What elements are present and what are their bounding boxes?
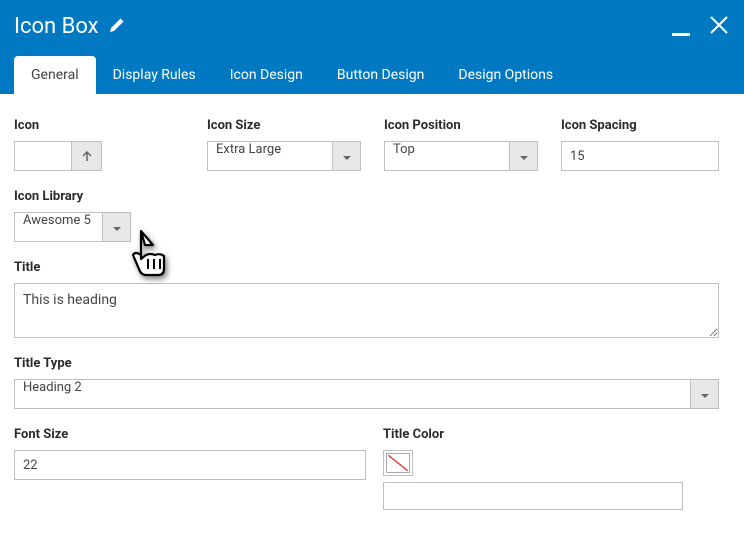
label-title-color: Title Color [383,427,683,442]
select-title-type[interactable]: Heading 2 [14,379,719,409]
label-title: Title [14,260,719,275]
upload-arrow-icon [81,147,93,166]
label-title-type: Title Type [14,356,719,371]
field-icon: Icon [14,118,207,171]
close-icon[interactable] [708,14,730,40]
chevron-down-icon [343,147,351,166]
edit-title-icon[interactable] [109,17,125,37]
select-icon-library-value: Awesome 5 [14,212,103,242]
header-left: Icon Box [14,14,125,39]
field-icon-spacing: Icon Spacing [561,118,721,171]
icon-upload-button[interactable] [72,141,102,171]
select-icon-position-value: Top [384,141,510,171]
label-icon: Icon [14,118,207,133]
tab-icon-design[interactable]: Icon Design [213,56,320,94]
select-title-type-value: Heading 2 [14,379,691,409]
input-title-color[interactable] [383,482,683,510]
chevron-down-icon [520,147,528,166]
select-icon-size[interactable]: Extra Large [207,141,361,171]
tab-design-options[interactable]: Design Options [441,56,570,94]
row-title: Title [14,260,730,338]
tab-content: Icon Icon Size Extra Large Icon Positio [0,94,744,542]
select-icon-size-toggle[interactable] [333,141,361,171]
input-font-size[interactable] [14,450,366,480]
label-icon-position: Icon Position [384,118,561,133]
row-icon-library: Icon Library Awesome 5 [14,189,730,242]
field-icon-library: Icon Library Awesome 5 [14,189,144,242]
icon-preview-input[interactable] [14,141,72,171]
row-title-type: Title Type Heading 2 [14,356,730,409]
color-swatch-none[interactable] [383,450,413,476]
field-title: Title [14,260,719,338]
textarea-title[interactable] [14,283,719,338]
label-icon-size: Icon Size [207,118,384,133]
row-font-color: Font Size Title Color [14,427,730,510]
select-icon-position[interactable]: Top [384,141,538,171]
chevron-down-icon [701,385,709,404]
select-icon-library[interactable]: Awesome 5 [14,212,131,242]
select-title-type-toggle[interactable] [691,379,719,409]
field-font-size: Font Size [14,427,366,510]
field-icon-size: Icon Size Extra Large [207,118,384,171]
tabs-bar: General Display Rules Icon Design Button… [0,53,744,94]
header-controls [672,14,730,40]
select-icon-size-value: Extra Large [207,141,333,171]
field-title-type: Title Type Heading 2 [14,356,719,409]
select-icon-library-toggle[interactable] [103,212,131,242]
minimize-icon[interactable] [672,33,690,36]
dialog-header: Icon Box [0,0,744,53]
tab-general[interactable]: General [14,56,96,94]
label-font-size: Font Size [14,427,366,442]
tab-button-design[interactable]: Button Design [320,56,442,94]
icon-input-group [14,141,207,171]
tab-display-rules[interactable]: Display Rules [96,56,213,94]
field-title-color: Title Color [383,427,683,510]
select-icon-position-toggle[interactable] [510,141,538,171]
label-icon-library: Icon Library [14,189,144,204]
field-icon-position: Icon Position Top [384,118,561,171]
row-icon-basics: Icon Icon Size Extra Large Icon Positio [14,118,730,171]
label-icon-spacing: Icon Spacing [561,118,721,133]
chevron-down-icon [113,218,121,237]
input-icon-spacing[interactable] [561,141,719,171]
dialog-title: Icon Box [14,14,99,39]
